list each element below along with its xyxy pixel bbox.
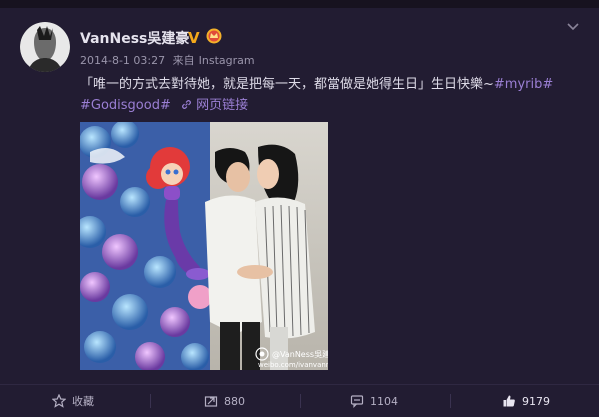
post-meta: 2014-8-1 03:27 来自 Instagram (80, 52, 259, 68)
post-photo[interactable]: @VanNess吳建豪 weibo.com/ivanvanness (80, 122, 328, 370)
action-divider (300, 394, 301, 408)
action-divider (450, 394, 451, 408)
username[interactable]: VanNess吳建豪 (80, 28, 189, 48)
favorite-label: 收藏 (72, 395, 94, 408)
verified-badge: V (188, 29, 200, 47)
like-button[interactable]: 9179 (502, 385, 550, 417)
repost-count: 880 (224, 394, 245, 408)
avatar[interactable] (20, 22, 70, 72)
action-bar: 收藏 880 1104 9179 (0, 384, 599, 417)
hashtag-godisgood[interactable]: #Godisgood# (80, 98, 171, 113)
web-link-label[interactable]: 网页链接 (196, 98, 248, 113)
weibo-post-card: VanNess吳建豪 V 2014-8-1 03:27 来自 Instagram … (0, 0, 599, 417)
post-timestamp[interactable]: 2014-8-1 03:27 (80, 54, 165, 67)
link-icon (182, 100, 191, 109)
star-icon (52, 394, 66, 408)
thumbs-up-icon (503, 395, 515, 407)
web-link[interactable]: 网页链接 (175, 98, 248, 113)
post-quote: 「唯一的方式去對待她，就是把每一天，都當做是她得生日」生日快樂~ (80, 77, 494, 92)
action-divider (150, 394, 151, 408)
comment-icon (350, 395, 364, 408)
favorite-button[interactable]: 收藏 (52, 385, 94, 417)
watermark: @VanNess吳建豪 weibo.com/ivanvanness (255, 347, 328, 369)
watermark-url: weibo.com/ivanvanness (258, 361, 328, 369)
member-crown-icon[interactable] (206, 28, 222, 44)
repost-icon (204, 396, 218, 407)
chevron-down-icon[interactable] (566, 20, 580, 34)
like-count: 9179 (522, 394, 550, 408)
watermark-handle: @VanNess吳建豪 (272, 349, 328, 359)
top-strip (0, 0, 599, 8)
post-text: 「唯一的方式去對待她，就是把每一天，都當做是她得生日」生日快樂~#myrib# … (80, 74, 580, 116)
comment-count: 1104 (370, 394, 398, 408)
post-source[interactable]: Instagram (199, 54, 255, 67)
comment-button[interactable]: 1104 (350, 385, 398, 417)
repost-button[interactable]: 880 (204, 385, 245, 417)
source-prefix: 来自 (172, 54, 195, 67)
hashtag-myrib[interactable]: #myrib# (494, 77, 553, 92)
